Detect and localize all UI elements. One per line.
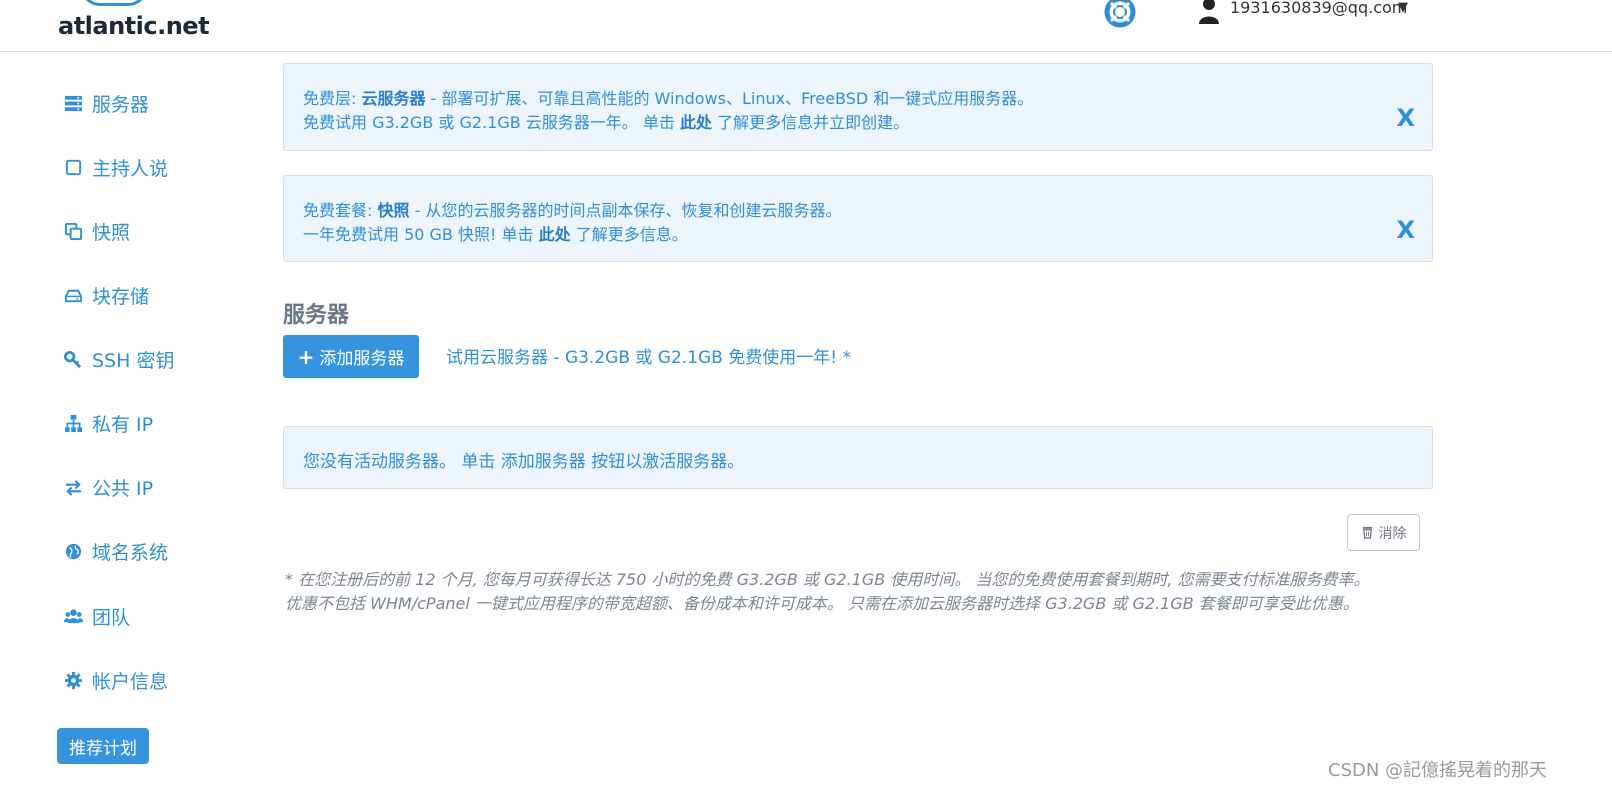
sidebar-item-servers[interactable]: 服务器 <box>63 88 149 118</box>
sidebar-item-dns[interactable]: 域名系统 <box>63 536 168 566</box>
alert-product-link[interactable]: 云服务器 <box>362 89 426 108</box>
free-tier-alert: 免费层: 云服务器 - 部署可扩展、可靠且高性能的 Windows、Linux、… <box>283 63 1433 151</box>
alert-line-2: 免费试用 G3.2GB 或 G2.1GB 云服务器一年。 单击 此处 了解更多信… <box>303 109 909 133</box>
alert-description: - 从您的云服务器的时间点副本保存、恢复和创建云服务器。 <box>409 201 842 220</box>
add-server-button[interactable]: + 添加服务器 <box>283 335 419 378</box>
alert-here-link[interactable]: 此处 <box>680 113 712 132</box>
logo-arc <box>80 0 148 6</box>
users-icon <box>63 606 83 626</box>
alert-text: 免费试用 G3.2GB 或 G2.1GB 云服务器一年。 单击 <box>303 113 680 132</box>
trial-link[interactable]: 试用云服务器 - G3.2GB 或 G2.1GB 免费使用一年! * <box>446 343 851 368</box>
empty-state-box: 您没有活动服务器。 单击 添加服务器 按钮以激活服务器。 <box>283 426 1433 489</box>
alert-text: 一年免费试用 50 GB 快照! 单击 <box>303 225 539 244</box>
sidebar-item-block-storage[interactable]: 块存储 <box>63 280 149 310</box>
sidebar-item-label: 帐户信息 <box>92 670 169 693</box>
alert-prefix: 免费套餐: <box>303 201 373 220</box>
top-bar: atlantic.net 1931630839@qq.com ▼ <box>0 0 1612 52</box>
page-title: 服务器 <box>283 303 350 328</box>
key-icon <box>63 349 83 369</box>
dismiss-label: 消除 <box>1378 525 1407 542</box>
sidebar: 服务器 主持人说 快照 块存储 SSH 密钥 私有 IP 公共 IP 域名系统 … <box>0 52 260 808</box>
logo[interactable]: atlantic.net <box>58 12 210 40</box>
copy-icon <box>63 221 83 241</box>
sidebar-item-ssh-keys[interactable]: SSH 密钥 <box>63 344 174 374</box>
alert-product-link[interactable]: 快照 <box>378 201 410 220</box>
alert-line-1: 免费层: 云服务器 - 部署可扩展、可靠且高性能的 Windows、Linux、… <box>303 85 1033 109</box>
alert-text: 了解更多信息并立即创建。 <box>711 113 910 132</box>
dismiss-button[interactable]: 消除 <box>1347 514 1420 551</box>
add-server-label: 添加服务器 <box>319 349 405 369</box>
hard-drive-icon <box>63 285 83 305</box>
user-icon[interactable] <box>1198 0 1220 24</box>
close-icon[interactable]: X <box>1396 104 1415 132</box>
sidebar-item-hosts[interactable]: 主持人说 <box>63 152 168 182</box>
server-icon <box>63 93 83 113</box>
lifebuoy-icon[interactable] <box>1104 0 1136 28</box>
sitemap-icon <box>63 413 83 433</box>
sidebar-item-label: 主持人说 <box>92 157 169 180</box>
footnote-line-2: 优惠不包括 WHM/cPanel 一键式应用程序的带宽超额、备份成本和许可成本。… <box>285 594 1359 613</box>
alert-line-2: 一年免费试用 50 GB 快照! 单击 此处 了解更多信息。 <box>303 221 688 245</box>
sidebar-item-label: 团队 <box>92 606 131 629</box>
sidebar-item-label: 私有 IP <box>92 413 154 436</box>
sidebar-item-label: 块存储 <box>92 285 150 308</box>
snapshot-alert: 免费套餐: 快照 - 从您的云服务器的时间点副本保存、恢复和创建云服务器。 一年… <box>283 175 1433 262</box>
gear-icon <box>63 670 83 690</box>
alert-description: - 部署可扩展、可靠且高性能的 Windows、Linux、FreeBSD 和一… <box>425 89 1034 108</box>
watermark: CSDN @記億搖晃着的那天 <box>1328 760 1548 781</box>
alert-line-1: 免费套餐: 快照 - 从您的云服务器的时间点副本保存、恢复和创建云服务器。 <box>303 197 841 221</box>
empty-state-message: 您没有活动服务器。 单击 添加服务器 按钮以激活服务器。 <box>303 452 745 472</box>
globe-icon <box>63 541 83 561</box>
sidebar-item-label: 公共 IP <box>92 477 154 500</box>
footnote-line-1: * 在您注册后的前 12 个月, 您每月可获得长达 750 小时的免费 G3.2… <box>285 570 1370 589</box>
alert-prefix: 免费层: <box>303 89 357 108</box>
alert-text: 了解更多信息。 <box>570 225 688 244</box>
close-icon[interactable]: X <box>1396 216 1415 244</box>
plus-icon: + <box>297 344 315 369</box>
exchange-icon <box>63 477 83 497</box>
sidebar-item-public-ip[interactable]: 公共 IP <box>63 472 153 502</box>
sidebar-item-team[interactable]: 团队 <box>63 601 130 631</box>
chevron-down-icon[interactable]: ▼ <box>1398 0 1408 15</box>
square-icon <box>63 157 83 177</box>
sidebar-item-label: 服务器 <box>92 93 150 116</box>
user-email[interactable]: 1931630839@qq.com <box>1230 0 1407 17</box>
trash-icon <box>1362 526 1372 539</box>
referral-program-button[interactable]: 推荐计划 <box>57 728 149 764</box>
sidebar-item-account-info[interactable]: 帐户信息 <box>63 665 168 695</box>
sidebar-item-label: 域名系统 <box>92 541 169 564</box>
sidebar-item-label: SSH 密钥 <box>92 349 175 372</box>
sidebar-item-label: 快照 <box>92 221 131 244</box>
sidebar-item-private-ip[interactable]: 私有 IP <box>63 408 153 438</box>
sidebar-item-snapshots[interactable]: 快照 <box>63 216 130 246</box>
alert-here-link[interactable]: 此处 <box>539 225 571 244</box>
